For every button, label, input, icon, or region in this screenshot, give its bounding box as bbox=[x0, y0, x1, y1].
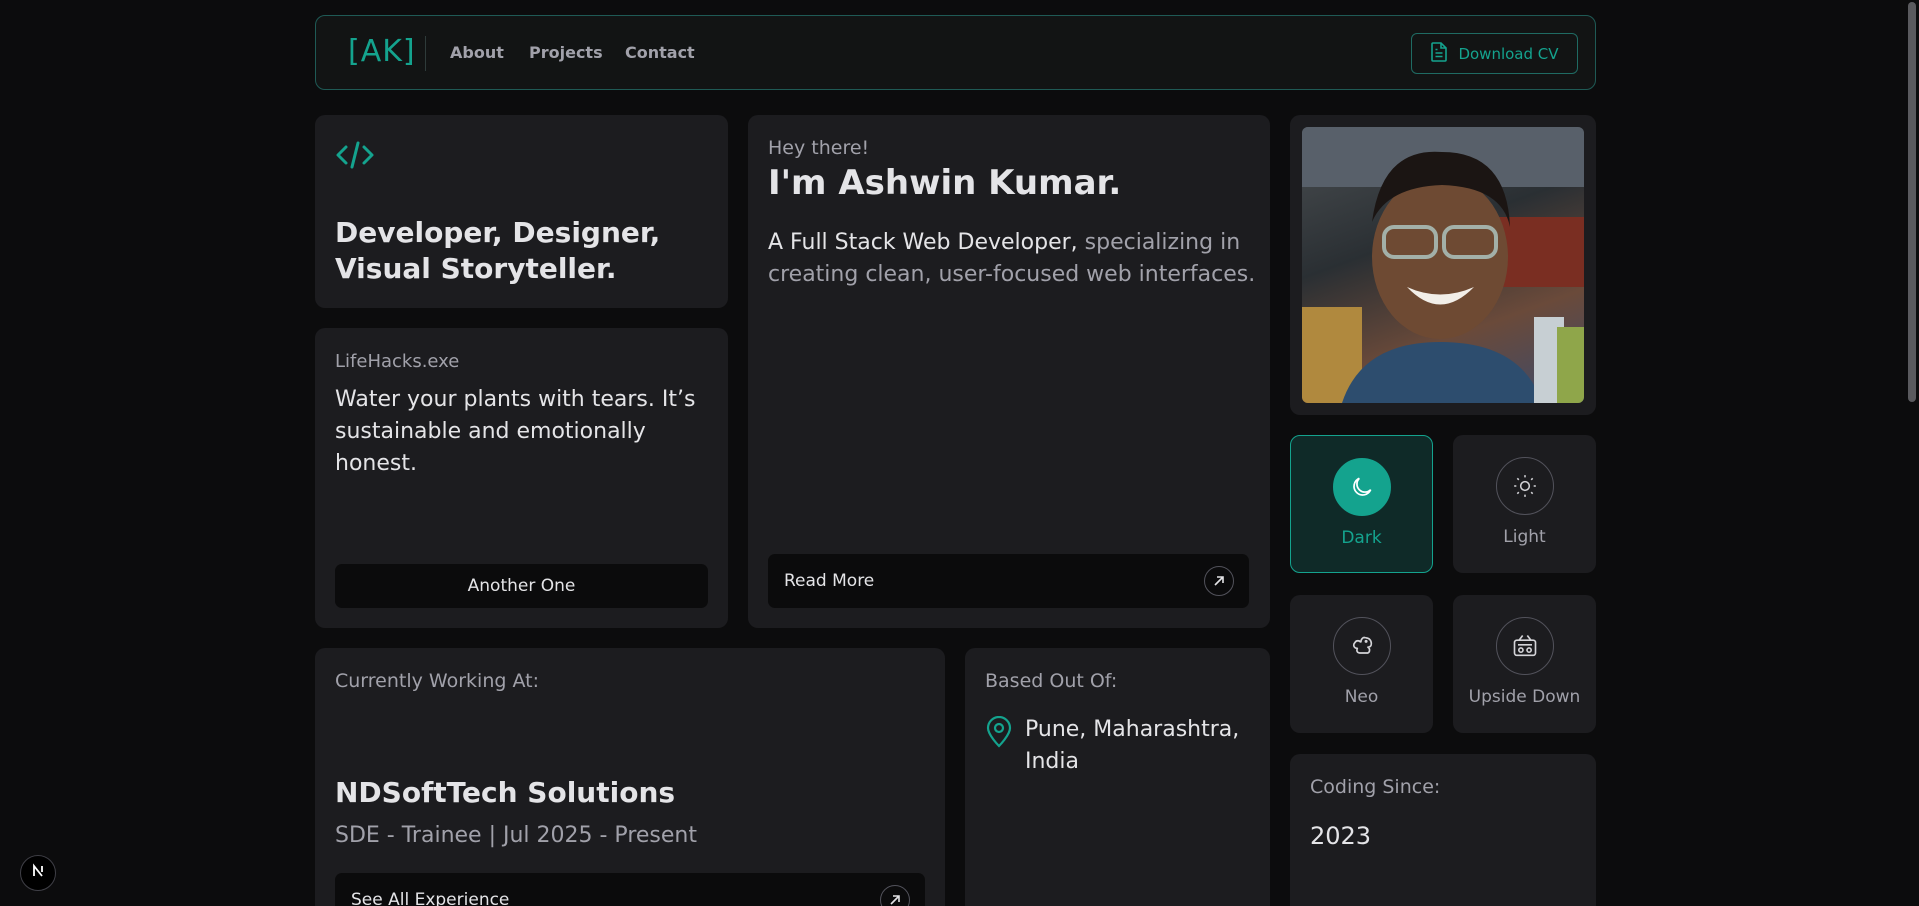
nextjs-badge[interactable] bbox=[20, 855, 56, 891]
map-pin-icon bbox=[986, 715, 1012, 752]
nav-link-contact[interactable]: Contact bbox=[625, 43, 695, 62]
navbar: [AK] About Projects Contact Download CV bbox=[315, 15, 1596, 90]
name-heading: I'm Ashwin Kumar. bbox=[768, 163, 1122, 203]
theme-upside-down-button[interactable]: Upside Down bbox=[1453, 595, 1596, 733]
sun-icon bbox=[1495, 457, 1554, 515]
profile-photo bbox=[1302, 127, 1584, 403]
work-role: SDE - Trainee | Jul 2025 - Present bbox=[335, 823, 697, 848]
location-card: Based Out Of: Pune, Maharashtra, India bbox=[965, 648, 1270, 906]
scrollbar-thumb[interactable] bbox=[1908, 2, 1916, 402]
location-title: Based Out Of: bbox=[985, 670, 1118, 692]
arrow-up-right-icon bbox=[880, 885, 910, 906]
intro-description-strong: A Full Stack Web Developer, bbox=[768, 230, 1078, 255]
nav-divider bbox=[425, 36, 426, 71]
radio-icon bbox=[1495, 617, 1554, 675]
tagline-text: Developer, Designer, Visual Storyteller. bbox=[335, 216, 661, 285]
theme-light-button[interactable]: Light bbox=[1453, 435, 1596, 573]
code-icon bbox=[335, 140, 375, 174]
arrow-up-right-icon bbox=[1204, 566, 1234, 596]
file-icon bbox=[1430, 41, 1448, 66]
read-more-button[interactable]: Read More bbox=[768, 554, 1249, 608]
logo[interactable]: [AK] bbox=[348, 34, 416, 69]
squirrel-icon bbox=[1332, 617, 1391, 675]
read-more-label: Read More bbox=[784, 571, 875, 591]
nav-link-about[interactable]: About bbox=[450, 43, 504, 62]
work-title: Currently Working At: bbox=[335, 670, 539, 692]
greeting: Hey there! bbox=[768, 137, 870, 159]
coding-since-card: Coding Since: 2023 bbox=[1290, 754, 1596, 906]
another-one-label: Another One bbox=[467, 576, 576, 596]
photo-card bbox=[1290, 115, 1596, 415]
intro-card: Hey there! I'm Ashwin Kumar. A Full Stac… bbox=[748, 115, 1270, 628]
theme-upside-down-label: Upside Down bbox=[1468, 687, 1581, 707]
download-cv-label: Download CV bbox=[1458, 44, 1559, 63]
theme-light-label: Light bbox=[1503, 527, 1546, 547]
nextjs-icon bbox=[30, 863, 46, 883]
download-cv-button[interactable]: Download CV bbox=[1411, 33, 1578, 74]
see-all-experience-label: See All Experience bbox=[351, 890, 510, 906]
moon-icon bbox=[1332, 458, 1391, 516]
work-card: Currently Working At: NDSoftTech Solutio… bbox=[315, 648, 945, 906]
theme-neo-label: Neo bbox=[1344, 687, 1379, 707]
theme-dark-button[interactable]: Dark bbox=[1290, 435, 1433, 573]
location-place: Pune, Maharashtra, India bbox=[1025, 717, 1240, 774]
lifehack-text: Water your plants with tears. It’s susta… bbox=[335, 387, 696, 476]
coding-year: 2023 bbox=[1310, 822, 1372, 850]
see-all-experience-button[interactable]: See All Experience bbox=[335, 873, 925, 906]
coding-title: Coding Since: bbox=[1310, 776, 1441, 798]
tagline-card: Developer, Designer, Visual Storyteller. bbox=[315, 115, 728, 308]
another-one-button[interactable]: Another One bbox=[335, 564, 708, 608]
theme-neo-button[interactable]: Neo bbox=[1290, 595, 1433, 733]
intro-description: A Full Stack Web Developer, specializing… bbox=[768, 227, 1258, 291]
nav-link-projects[interactable]: Projects bbox=[529, 43, 603, 62]
theme-dark-label: Dark bbox=[1341, 528, 1382, 548]
lifehack-card: LifeHacks.exe Water your plants with tea… bbox=[315, 328, 728, 628]
scrollbar[interactable] bbox=[1905, 0, 1919, 906]
company-name: NDSoftTech Solutions bbox=[335, 776, 676, 809]
lifehack-title: LifeHacks.exe bbox=[335, 351, 460, 372]
